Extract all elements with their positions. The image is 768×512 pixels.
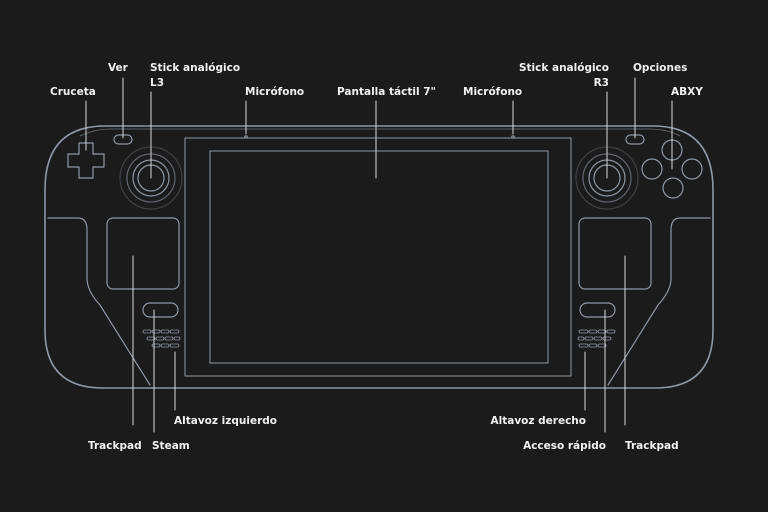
device-top-edge bbox=[79, 128, 681, 137]
steam-button bbox=[142, 302, 179, 318]
label-trackpad-right: Trackpad bbox=[625, 440, 679, 452]
quick-access-button bbox=[579, 302, 616, 318]
label-view: Ver bbox=[108, 62, 128, 74]
device-body bbox=[44, 125, 714, 389]
label-mic-right: Micrófono bbox=[463, 86, 523, 98]
leader-lines bbox=[85, 77, 673, 433]
label-left-stick-line2: L3 bbox=[150, 77, 164, 89]
screen bbox=[209, 150, 549, 364]
label-quick-access: Acceso rápido bbox=[523, 440, 606, 452]
screen-bezel bbox=[184, 137, 572, 377]
left-speaker-grill bbox=[142, 329, 181, 348]
label-screen: Pantalla táctil 7" bbox=[337, 86, 436, 98]
right-grip bbox=[607, 217, 711, 386]
mic-left-icon bbox=[244, 135, 248, 139]
label-speaker-left: Altavoz izquierdo bbox=[174, 415, 277, 427]
label-steam: Steam bbox=[152, 440, 190, 452]
label-right-stick: Stick analógico R3 bbox=[519, 61, 609, 91]
right-trackpad bbox=[578, 217, 652, 290]
steam-deck-diagram: Cruceta Ver Stick analógico L3 Micrófono … bbox=[0, 0, 768, 512]
label-left-stick-line1: Stick analógico bbox=[150, 62, 241, 74]
label-right-stick-line2: R3 bbox=[593, 77, 609, 89]
label-trackpad-left: Trackpad bbox=[88, 440, 142, 452]
mic-right-icon bbox=[511, 135, 515, 139]
label-speaker-right: Altavoz derecho bbox=[490, 415, 586, 427]
label-mic-left: Micrófono bbox=[245, 86, 305, 98]
left-trackpad bbox=[106, 217, 180, 290]
label-right-stick-line1: Stick analógico bbox=[518, 62, 609, 74]
device-outline bbox=[44, 77, 714, 433]
left-grip bbox=[47, 217, 151, 386]
label-abxy: ABXY bbox=[671, 86, 703, 98]
label-dpad: Cruceta bbox=[50, 86, 96, 98]
label-options: Opciones bbox=[633, 62, 688, 74]
right-speaker-grill bbox=[577, 329, 616, 348]
label-left-stick: Stick analógico L3 bbox=[150, 61, 240, 91]
